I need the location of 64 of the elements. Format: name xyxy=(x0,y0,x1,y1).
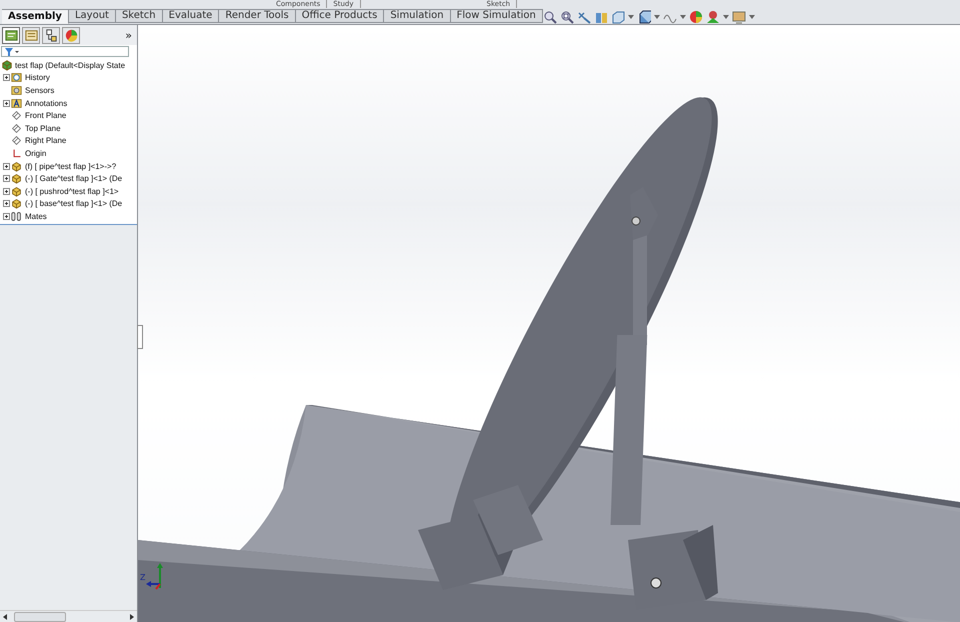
tree-item[interactable]: Top Plane xyxy=(25,124,61,133)
dropdown-caret-icon[interactable] xyxy=(654,15,660,19)
part-icon xyxy=(11,186,22,197)
filter-icon[interactable] xyxy=(5,48,19,56)
appearance-icon[interactable] xyxy=(689,10,703,24)
expand-icon[interactable] xyxy=(3,212,10,220)
expand-icon[interactable] xyxy=(3,100,10,107)
tree-item[interactable]: (-) [ Gate^test flap ]<1> (De xyxy=(25,174,122,184)
panel-splitter-handle[interactable] xyxy=(137,325,143,349)
dropdown-caret-icon[interactable] xyxy=(723,15,729,19)
display-style-icon[interactable] xyxy=(637,10,651,24)
plane-icon xyxy=(11,110,22,122)
command-tab[interactable]: Office Products xyxy=(296,9,384,23)
section-view-icon[interactable] xyxy=(594,10,608,24)
command-tab[interactable]: Layout xyxy=(68,9,116,23)
tree-item[interactable]: (-) [ pushrod^test flap ]<1> xyxy=(25,186,119,196)
scene-icon[interactable] xyxy=(706,10,720,24)
tree-item[interactable]: (f) [ pipe^test flap ]<1>->? xyxy=(25,162,116,171)
tree-item[interactable]: Annotations xyxy=(25,98,68,108)
tree-item[interactable]: (-) [ base^test flap ]<1> (De xyxy=(25,199,122,208)
tree-item[interactable]: Front Plane xyxy=(25,111,66,120)
assembly-name[interactable]: test flap (Default<Display State xyxy=(15,60,126,70)
axis-label: Z xyxy=(140,572,146,582)
tree-item[interactable]: Right Plane xyxy=(25,136,66,146)
feature-tree-tab[interactable] xyxy=(2,27,20,44)
dropdown-caret-icon[interactable] xyxy=(680,15,686,19)
dropdown-caret-icon[interactable] xyxy=(628,15,634,19)
tree-item[interactable]: History xyxy=(25,73,50,82)
tree-item[interactable]: Mates xyxy=(25,212,47,221)
expand-icon[interactable] xyxy=(3,162,10,170)
tree-item[interactable]: Origin xyxy=(25,148,46,158)
part-icon xyxy=(11,173,22,184)
zoom-to-fit-icon[interactable] xyxy=(543,10,557,24)
clock-folder-icon xyxy=(11,72,22,84)
command-tab[interactable]: Assembly xyxy=(2,9,69,24)
display-manager-tab[interactable] xyxy=(62,27,80,44)
plane-icon xyxy=(11,122,22,134)
expand-icon[interactable] xyxy=(3,74,10,82)
expand-icon[interactable] xyxy=(3,188,10,195)
dropdown-caret-icon[interactable] xyxy=(749,15,755,19)
command-tab[interactable]: Render Tools xyxy=(219,9,296,23)
property-manager-tab[interactable] xyxy=(22,27,40,44)
scroll-right-icon[interactable] xyxy=(130,614,134,620)
paperclip-icon xyxy=(11,210,22,222)
plane-icon xyxy=(11,135,22,146)
expand-icon[interactable] xyxy=(3,200,10,208)
more-tabs-button[interactable]: » xyxy=(125,29,132,42)
scrollbar-thumb[interactable] xyxy=(14,612,66,622)
assembly-icon xyxy=(1,59,13,72)
scroll-left-icon[interactable] xyxy=(3,614,7,620)
axes-icon xyxy=(11,148,22,159)
zoom-area-icon[interactable] xyxy=(560,10,574,24)
command-tab[interactable]: Simulation xyxy=(384,9,451,23)
command-tab[interactable]: Evaluate xyxy=(162,9,220,23)
gauge-folder-icon xyxy=(11,84,22,96)
command-tab[interactable]: Flow Simulation xyxy=(450,9,543,23)
tree-item[interactable]: Sensors xyxy=(25,86,54,95)
part-icon xyxy=(11,160,22,172)
command-tab[interactable]: Sketch xyxy=(116,9,163,23)
letter-folder-icon xyxy=(11,98,22,109)
configuration-manager-tab[interactable] xyxy=(42,27,60,44)
expand-icon[interactable] xyxy=(3,175,10,182)
view-settings-icon[interactable] xyxy=(732,10,746,24)
part-icon xyxy=(11,198,22,210)
